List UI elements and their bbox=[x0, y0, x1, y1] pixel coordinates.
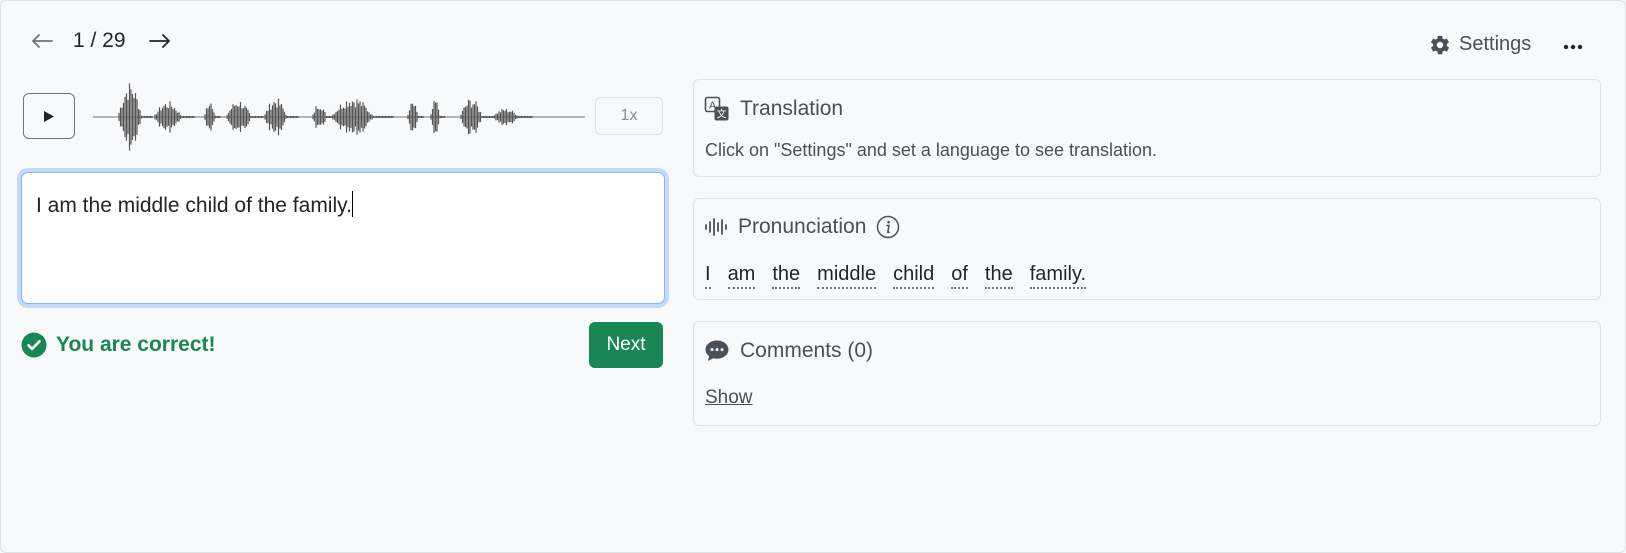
settings-button[interactable]: Settings bbox=[1429, 33, 1531, 56]
text-cursor bbox=[351, 191, 353, 217]
svg-text:文: 文 bbox=[717, 108, 727, 121]
playback-speed-button[interactable]: 1x bbox=[595, 97, 663, 135]
comments-title: Comments (0) bbox=[740, 339, 874, 362]
translation-title: Translation bbox=[740, 97, 844, 120]
pronunciation-word[interactable]: middle bbox=[817, 263, 877, 289]
gear-icon bbox=[1431, 35, 1449, 54]
soundwave-icon bbox=[705, 218, 727, 236]
info-icon[interactable] bbox=[876, 215, 900, 239]
settings-label: Settings bbox=[1459, 33, 1532, 55]
audio-waveform[interactable] bbox=[93, 79, 585, 155]
comments-card: Comments (0) Show bbox=[693, 321, 1601, 426]
more-options-button[interactable] bbox=[1559, 35, 1587, 59]
answer-input[interactable]: I am the middle child of the family. bbox=[21, 172, 665, 304]
previous-sentence-button[interactable] bbox=[28, 27, 56, 55]
pronunciation-word[interactable]: I bbox=[705, 263, 711, 289]
app-frame: 1 / 29 Settings 1x I am the middle child… bbox=[0, 0, 1626, 553]
translation-hint: Click on "Settings" and set a language t… bbox=[705, 140, 1158, 160]
arrow-left-icon bbox=[32, 34, 53, 48]
chat-bubble-icon bbox=[705, 340, 729, 361]
more-horizontal-icon bbox=[1563, 44, 1583, 50]
pronunciation-word[interactable]: the bbox=[772, 263, 801, 289]
pronunciation-words: Iam the middle child of the family. bbox=[705, 263, 1087, 289]
translation-header: A 文 Translation bbox=[704, 96, 843, 122]
play-icon bbox=[44, 110, 54, 122]
result-message: You are correct! bbox=[21, 332, 216, 358]
pronunciation-title: Pronunciation bbox=[738, 215, 867, 238]
comments-header: Comments (0) bbox=[704, 339, 873, 363]
sentence-counter: 1 / 29 bbox=[73, 29, 126, 52]
show-comments-link[interactable]: Show bbox=[705, 387, 753, 408]
translation-card: A 文 Translation Click on "Settings" and … bbox=[693, 79, 1601, 177]
next-sentence-button[interactable] bbox=[146, 27, 174, 55]
pronunciation-word[interactable]: the bbox=[984, 263, 1013, 289]
pronunciation-word[interactable]: of bbox=[951, 263, 968, 289]
pronunciation-word[interactable]: child bbox=[893, 263, 935, 289]
play-button[interactable] bbox=[23, 93, 75, 139]
check-circle-icon bbox=[21, 332, 47, 358]
pronunciation-word[interactable]: family. bbox=[1029, 263, 1087, 289]
translate-icon: A 文 bbox=[704, 96, 729, 121]
result-text: You are correct! bbox=[56, 333, 216, 356]
arrow-right-icon bbox=[149, 34, 170, 48]
pronunciation-header: Pronunciation bbox=[704, 215, 900, 239]
answer-text: I am the middle child of the family. bbox=[36, 194, 352, 217]
next-button[interactable]: Next bbox=[589, 322, 663, 368]
pronunciation-word[interactable]: am bbox=[727, 263, 756, 289]
pronunciation-card: Pronunciation Iam the middle child of the fami… bbox=[693, 198, 1601, 300]
